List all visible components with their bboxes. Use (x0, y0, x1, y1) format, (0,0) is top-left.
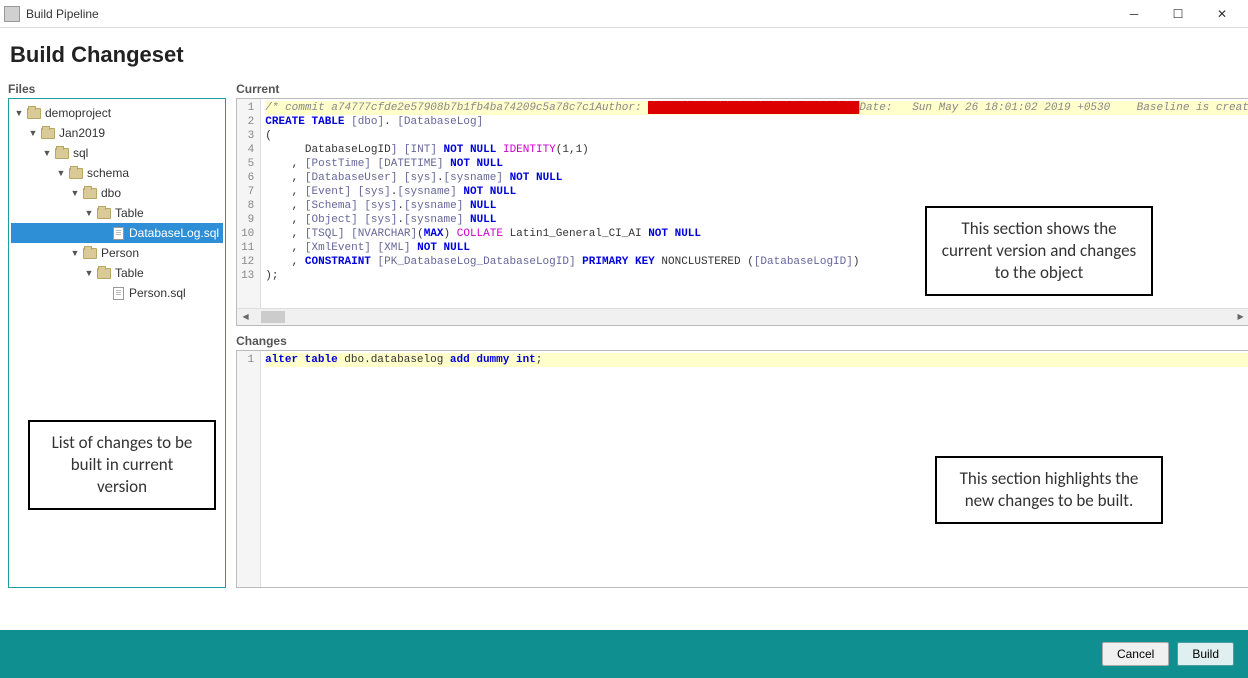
line-number: 4 (241, 143, 254, 157)
tree-item-label: sql (73, 146, 88, 160)
tree-item-label: demoproject (45, 106, 111, 120)
tree-folder[interactable]: ▼ Table (11, 263, 223, 283)
line-number: 8 (241, 199, 254, 213)
tree-item-label: Person (101, 246, 139, 260)
folder-icon (54, 146, 70, 160)
tree-item-label: schema (87, 166, 129, 180)
tree-toggle-icon[interactable]: ▼ (83, 268, 95, 278)
line-number: 12 (241, 255, 254, 269)
code-line: CREATE TABLE [dbo]. [DatabaseLog] (265, 115, 1248, 129)
scrollbar-horizontal[interactable]: ◀▶ (237, 308, 1248, 325)
line-number: 1 (241, 101, 254, 115)
tree-item-label: Person.sql (129, 286, 186, 300)
code-line: , [DatabaseUser] [sys].[sysname] NOT NUL… (265, 171, 1248, 185)
app-icon (4, 6, 20, 22)
line-number: 1 (241, 353, 254, 367)
file-icon (110, 286, 126, 300)
line-number: 11 (241, 241, 254, 255)
annotation-changes: This section highlights the new changes … (935, 456, 1163, 524)
folder-icon (40, 126, 56, 140)
window-title: Build Pipeline (26, 7, 1112, 21)
line-number: 10 (241, 227, 254, 241)
code-line: , [Event] [sys].[sysname] NOT NULL (265, 185, 1248, 199)
tree-item-label: Table (115, 206, 144, 220)
code-line: alter table dbo.databaselog add dummy in… (265, 353, 1248, 367)
titlebar: Build Pipeline ─ ☐ ✕ (0, 0, 1248, 28)
tree-file[interactable]: ▶DatabaseLog.sql (11, 223, 223, 243)
tree-folder[interactable]: ▼ Table (11, 203, 223, 223)
current-label: Current (236, 82, 1248, 96)
tree-folder[interactable]: ▼ dbo (11, 183, 223, 203)
line-number: 3 (241, 129, 254, 143)
tree-toggle-icon[interactable]: ▼ (69, 188, 81, 198)
minimize-button[interactable]: ─ (1112, 0, 1156, 28)
files-tree: ▼ demoproject ▼ Jan2019 ▼ sql ▼ schema ▼ dbo ▼ Tabl… (8, 98, 226, 588)
footer-bar: Cancel Build (0, 630, 1248, 678)
tree-toggle-icon[interactable]: ▼ (27, 128, 39, 138)
annotation-files: List of changes to be built in current v… (28, 420, 216, 510)
tree-item-label: DatabaseLog.sql (129, 226, 219, 240)
line-number: 2 (241, 115, 254, 129)
tree-folder[interactable]: ▼ schema (11, 163, 223, 183)
code-line: /* commit a74777cfde2e57908b7b1fb4ba7420… (265, 101, 1248, 115)
tree-folder[interactable]: ▼ demoproject (11, 103, 223, 123)
changes-label: Changes (236, 334, 1248, 348)
tree-item-label: Jan2019 (59, 126, 105, 140)
code-line: , [PostTime] [DATETIME] NOT NULL (265, 157, 1248, 171)
tree-toggle-icon[interactable]: ▼ (41, 148, 53, 158)
folder-icon (82, 246, 98, 260)
folder-icon (82, 186, 98, 200)
code-line: ( (265, 129, 1248, 143)
tree-item-label: Table (115, 266, 144, 280)
tree-toggle-icon[interactable]: ▼ (69, 248, 81, 258)
maximize-button[interactable]: ☐ (1156, 0, 1200, 28)
line-number: 6 (241, 171, 254, 185)
cancel-button[interactable]: Cancel (1102, 642, 1169, 666)
tree-folder[interactable]: ▼ Person (11, 243, 223, 263)
tree-toggle-icon[interactable]: ▼ (55, 168, 67, 178)
annotation-current: This section shows the current version a… (925, 206, 1153, 296)
folder-icon (68, 166, 84, 180)
page-heading: Build Changeset (10, 42, 1238, 68)
code-line: DatabaseLogID] [INT] NOT NULL IDENTITY(1… (265, 143, 1248, 157)
tree-folder[interactable]: ▼ sql (11, 143, 223, 163)
files-label: Files (8, 82, 226, 96)
folder-icon (96, 266, 112, 280)
line-number: 9 (241, 213, 254, 227)
line-number: 7 (241, 185, 254, 199)
tree-folder[interactable]: ▼ Jan2019 (11, 123, 223, 143)
close-button[interactable]: ✕ (1200, 0, 1244, 28)
line-number: 5 (241, 157, 254, 171)
tree-toggle-icon[interactable]: ▼ (83, 208, 95, 218)
file-icon (110, 226, 126, 240)
folder-icon (96, 206, 112, 220)
tree-item-label: dbo (101, 186, 121, 200)
tree-file[interactable]: ▶Person.sql (11, 283, 223, 303)
line-number: 13 (241, 269, 254, 283)
tree-toggle-icon[interactable]: ▼ (13, 108, 25, 118)
folder-icon (26, 106, 42, 120)
build-button[interactable]: Build (1177, 642, 1234, 666)
heading-row: Build Changeset (0, 28, 1248, 82)
